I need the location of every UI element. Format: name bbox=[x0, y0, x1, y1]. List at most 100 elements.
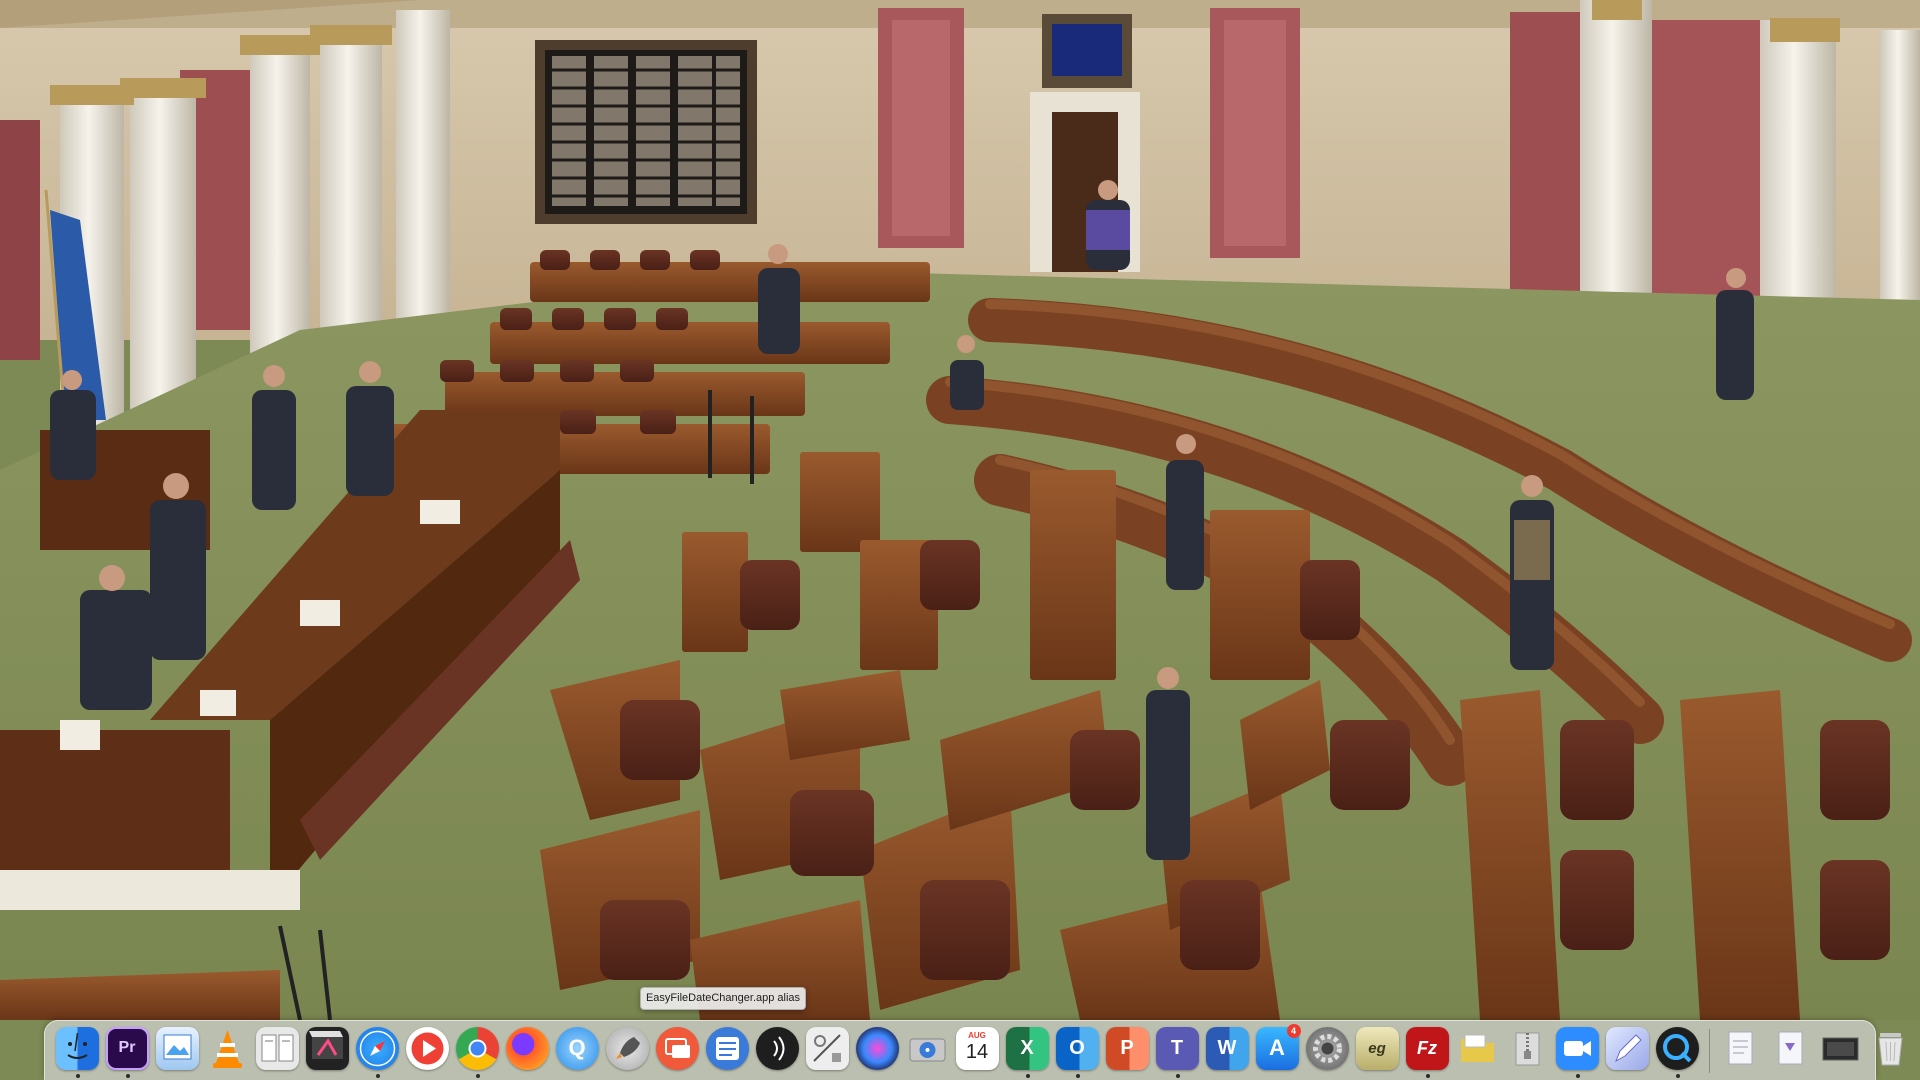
dock-item-powerpoint[interactable]: P bbox=[1105, 1026, 1151, 1075]
directory-utility-icon bbox=[805, 1026, 849, 1070]
preview-icon bbox=[155, 1026, 199, 1070]
dock-item-trash[interactable] bbox=[1869, 1027, 1914, 1075]
running-indicator bbox=[125, 1073, 130, 1078]
dock-item-quicktime-player[interactable] bbox=[1655, 1026, 1701, 1078]
dock-item-word[interactable]: W bbox=[1205, 1026, 1251, 1075]
easy-file-date-changer-icon: eg bbox=[1355, 1026, 1399, 1070]
dock-item-finder[interactable] bbox=[55, 1026, 101, 1078]
dock-item-system-information[interactable] bbox=[705, 1026, 751, 1075]
teams-icon: T bbox=[1155, 1026, 1199, 1070]
documents-stack-icon bbox=[1719, 1027, 1762, 1070]
dock-item-app-store[interactable]: 4 A bbox=[1255, 1023, 1301, 1075]
filezilla-icon: Fz bbox=[1405, 1026, 1449, 1070]
dock-item-chrome[interactable] bbox=[455, 1026, 501, 1078]
premiere-pro-icon: Pr bbox=[105, 1026, 149, 1070]
outlook-icon: O bbox=[1055, 1026, 1099, 1070]
notes-pen-icon bbox=[1605, 1026, 1649, 1070]
calendar-day: 14 bbox=[965, 1040, 989, 1063]
dock-item-premiere-pro[interactable]: Pr bbox=[105, 1026, 151, 1078]
finder-icon bbox=[55, 1026, 99, 1070]
dock-item-vlc[interactable] bbox=[206, 1027, 251, 1075]
word-icon: W bbox=[1205, 1026, 1249, 1070]
outlook-glyph: O bbox=[1069, 1036, 1085, 1059]
calendar-icon: AUG 14 bbox=[955, 1026, 999, 1070]
filezilla-glyph: Fz bbox=[1417, 1037, 1437, 1058]
dock-separator bbox=[1709, 1028, 1710, 1073]
dock-item-screen-sharing[interactable] bbox=[655, 1026, 701, 1075]
rocket-icon bbox=[605, 1026, 649, 1070]
dock-item-directory-utility[interactable] bbox=[805, 1026, 851, 1075]
quicktime-glyph: Q bbox=[568, 1035, 586, 1060]
quicktime-player-icon bbox=[1655, 1026, 1699, 1070]
infuse-play-icon bbox=[405, 1026, 449, 1070]
system-information-icon bbox=[705, 1026, 749, 1070]
running-indicator bbox=[75, 1073, 80, 1078]
archive-zip-icon bbox=[1506, 1027, 1549, 1070]
dock-item-quicktime[interactable]: Q bbox=[555, 1026, 601, 1075]
dock-item-launchpad[interactable] bbox=[605, 1026, 651, 1075]
dock-item-calendar[interactable]: AUG 14 bbox=[955, 1026, 1001, 1075]
dock-item-preview[interactable] bbox=[155, 1026, 201, 1075]
powerpoint-glyph: P bbox=[1120, 1036, 1134, 1059]
running-indicator bbox=[1175, 1073, 1180, 1078]
vlc-cone-icon bbox=[206, 1027, 249, 1070]
excel-glyph: X bbox=[1020, 1036, 1034, 1059]
dock-item-finder-folder[interactable] bbox=[1456, 1027, 1501, 1075]
dock-item-firefox[interactable] bbox=[505, 1026, 551, 1075]
teams-glyph: T bbox=[1170, 1036, 1184, 1059]
running-indicator bbox=[375, 1073, 380, 1078]
dock-item-audio-hijack[interactable] bbox=[755, 1026, 801, 1075]
screenshot-stack-icon bbox=[1819, 1027, 1862, 1070]
gear-icon bbox=[1305, 1026, 1349, 1070]
screen-sharing-icon bbox=[655, 1026, 699, 1070]
file-merge-icon bbox=[255, 1026, 299, 1070]
dock-item-downloads-stack[interactable] bbox=[1769, 1027, 1814, 1075]
dock-item-easy-file-date-changer[interactable]: eg bbox=[1355, 1026, 1401, 1075]
dock-item-teams[interactable]: T bbox=[1155, 1026, 1201, 1078]
dock-item-safari[interactable] bbox=[355, 1026, 401, 1078]
premiere-pro-glyph: Pr bbox=[118, 1039, 136, 1056]
excel-icon: X bbox=[1005, 1026, 1049, 1070]
quicktime-q-icon: Q bbox=[555, 1026, 599, 1070]
running-indicator bbox=[1025, 1073, 1030, 1078]
dock-item-disk-utility[interactable] bbox=[906, 1027, 951, 1075]
dock-item-siri[interactable] bbox=[855, 1026, 901, 1075]
firefox-icon bbox=[505, 1026, 549, 1070]
app-store-badge: 4 bbox=[1286, 1023, 1301, 1038]
siri-icon bbox=[855, 1026, 899, 1070]
dock-item-excel[interactable]: X bbox=[1005, 1026, 1051, 1078]
dock-item-outlook[interactable]: O bbox=[1055, 1026, 1101, 1078]
dock-item-file-merge[interactable] bbox=[255, 1026, 301, 1075]
easy-file-date-changer-glyph: eg bbox=[1368, 1039, 1386, 1057]
running-indicator bbox=[475, 1073, 480, 1078]
dock-item-documents-stack[interactable] bbox=[1719, 1027, 1764, 1075]
dock-item-screenshot-stack[interactable] bbox=[1819, 1027, 1864, 1075]
dock: Pr Q AUG 14 X O P T W 4 A eg Fz bbox=[44, 1020, 1903, 1080]
calendar-month: AUG bbox=[968, 1030, 986, 1040]
app-store-glyph: A bbox=[1269, 1035, 1285, 1060]
powerpoint-icon: P bbox=[1105, 1026, 1149, 1070]
dock-tooltip: EasyFileDateChanger.app alias bbox=[640, 987, 806, 1010]
word-glyph: W bbox=[1217, 1036, 1237, 1059]
dock-item-final-cut-pro[interactable] bbox=[305, 1026, 351, 1075]
running-indicator bbox=[1425, 1073, 1430, 1078]
audio-waves-icon bbox=[755, 1026, 799, 1070]
running-indicator bbox=[1075, 1073, 1080, 1078]
dock-item-archive-utility[interactable] bbox=[1506, 1027, 1551, 1075]
zoom-camera-icon bbox=[1555, 1026, 1599, 1070]
running-indicator bbox=[1575, 1073, 1580, 1078]
chrome-icon bbox=[455, 1026, 499, 1070]
dock-item-zoom[interactable] bbox=[1555, 1026, 1601, 1078]
safari-compass-icon bbox=[355, 1026, 399, 1070]
downloads-stack-icon bbox=[1769, 1027, 1812, 1070]
running-indicator bbox=[1675, 1073, 1680, 1078]
dock-item-infuse[interactable] bbox=[405, 1026, 451, 1075]
dock-item-system-preferences[interactable] bbox=[1305, 1026, 1351, 1075]
dock-item-filezilla[interactable]: Fz bbox=[1405, 1026, 1451, 1078]
disk-utility-icon bbox=[906, 1027, 949, 1070]
trash-icon bbox=[1869, 1027, 1912, 1070]
chamber-video-frame bbox=[0, 0, 1920, 1021]
dock-item-notes-app[interactable] bbox=[1605, 1026, 1651, 1075]
final-cut-pro-icon bbox=[305, 1026, 349, 1070]
folder-icon bbox=[1456, 1027, 1499, 1070]
